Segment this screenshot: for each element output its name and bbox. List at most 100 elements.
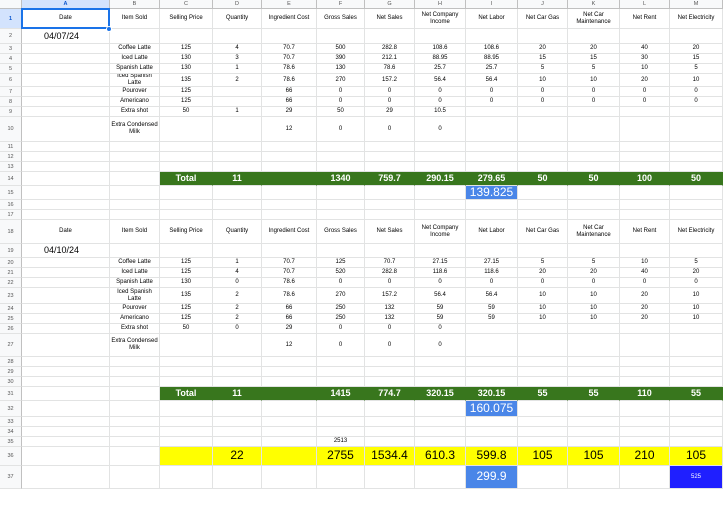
column-title[interactable]: Item Sold [110, 220, 160, 244]
cell[interactable] [317, 29, 365, 44]
cell[interactable] [670, 152, 723, 162]
cell[interactable] [466, 357, 518, 367]
data-cell[interactable]: 250 [317, 304, 365, 314]
cell[interactable] [160, 29, 213, 44]
data-cell[interactable]: 108.6 [415, 44, 466, 54]
data-cell[interactable]: 4 [213, 44, 262, 54]
row-header-30[interactable]: 30 [0, 377, 22, 387]
cell[interactable] [518, 29, 568, 44]
cell[interactable] [160, 244, 213, 258]
cell[interactable] [262, 377, 317, 387]
total-cell[interactable] [262, 172, 317, 186]
total-cell[interactable]: 320.15 [415, 387, 466, 401]
cell[interactable] [317, 417, 365, 427]
cell[interactable] [317, 210, 365, 220]
cell[interactable] [415, 401, 466, 417]
data-cell[interactable]: 10 [518, 304, 568, 314]
column-title[interactable]: Net Car Gas [518, 220, 568, 244]
cell[interactable] [415, 377, 466, 387]
data-cell[interactable]: 0 [365, 334, 415, 357]
data-cell[interactable]: Pourover [110, 87, 160, 97]
cell[interactable] [110, 142, 160, 152]
data-cell[interactable]: 10 [518, 314, 568, 324]
total-cell[interactable]: 11 [213, 387, 262, 401]
grand-total-cell[interactable]: 105 [670, 447, 723, 466]
data-cell[interactable]: 20 [620, 304, 670, 314]
grand-total-cell[interactable] [160, 447, 213, 466]
cell[interactable] [670, 29, 723, 44]
cell[interactable] [365, 417, 415, 427]
data-cell[interactable]: 10 [670, 314, 723, 324]
cell[interactable] [365, 437, 415, 447]
cell[interactable] [22, 304, 110, 314]
cell[interactable] [620, 162, 670, 172]
cell[interactable] [518, 401, 568, 417]
cell[interactable] [213, 200, 262, 210]
column-header-b[interactable]: B [110, 0, 160, 9]
total-cell[interactable]: 50 [518, 172, 568, 186]
cell[interactable] [620, 186, 670, 200]
cell[interactable] [670, 186, 723, 200]
cell[interactable] [620, 200, 670, 210]
cell[interactable] [317, 357, 365, 367]
cell[interactable] [365, 244, 415, 258]
data-cell[interactable]: 282.8 [365, 268, 415, 278]
data-cell[interactable]: 0 [213, 324, 262, 334]
cell[interactable] [620, 466, 670, 489]
cell[interactable] [670, 437, 723, 447]
cell[interactable] [22, 97, 110, 107]
data-cell[interactable] [518, 324, 568, 334]
row-header-26[interactable]: 26 [0, 324, 22, 334]
cell[interactable] [110, 152, 160, 162]
cell[interactable] [262, 244, 317, 258]
cell[interactable] [213, 367, 262, 377]
data-cell[interactable]: 0 [365, 117, 415, 142]
cell[interactable] [317, 401, 365, 417]
data-cell[interactable]: 0 [365, 324, 415, 334]
cell[interactable] [110, 447, 160, 466]
cell[interactable] [22, 186, 110, 200]
data-cell[interactable]: 20 [620, 314, 670, 324]
cell[interactable] [110, 427, 160, 437]
row-header-28[interactable]: 28 [0, 357, 22, 367]
cell[interactable] [262, 162, 317, 172]
cell[interactable] [22, 87, 110, 97]
data-cell[interactable]: 12 [262, 117, 317, 142]
cell[interactable] [518, 200, 568, 210]
cell[interactable] [22, 44, 110, 54]
cell[interactable] [213, 210, 262, 220]
data-cell[interactable]: Americano [110, 97, 160, 107]
row-header-25[interactable]: 25 [0, 314, 22, 324]
cell[interactable] [262, 200, 317, 210]
data-cell[interactable]: 5 [568, 258, 620, 268]
data-cell[interactable]: 0 [365, 87, 415, 97]
cell[interactable] [415, 244, 466, 258]
cell[interactable] [22, 268, 110, 278]
cell[interactable] [415, 427, 466, 437]
row-header-31[interactable]: 31 [0, 387, 22, 401]
column-header-l[interactable]: L [620, 0, 670, 9]
data-cell[interactable]: 59 [466, 304, 518, 314]
data-cell[interactable]: 0 [620, 87, 670, 97]
data-cell[interactable]: 118.6 [415, 268, 466, 278]
column-title[interactable]: Gross Sales [317, 220, 365, 244]
cell[interactable] [670, 417, 723, 427]
cell[interactable] [160, 466, 213, 489]
cell[interactable] [620, 377, 670, 387]
data-cell[interactable]: Americano [110, 314, 160, 324]
cell[interactable] [22, 401, 110, 417]
cell[interactable] [415, 186, 466, 200]
cell[interactable] [568, 437, 620, 447]
cell[interactable] [262, 186, 317, 200]
column-title[interactable]: Net Labor [466, 220, 518, 244]
data-cell[interactable] [213, 87, 262, 97]
cell[interactable] [670, 401, 723, 417]
cell[interactable] [22, 162, 110, 172]
data-cell[interactable]: 50 [160, 107, 213, 117]
data-cell[interactable]: 0 [415, 278, 466, 288]
cell[interactable] [620, 417, 670, 427]
data-cell[interactable]: 0 [670, 87, 723, 97]
data-cell[interactable]: 0 [466, 87, 518, 97]
data-cell[interactable]: 520 [317, 268, 365, 278]
cell[interactable] [670, 367, 723, 377]
